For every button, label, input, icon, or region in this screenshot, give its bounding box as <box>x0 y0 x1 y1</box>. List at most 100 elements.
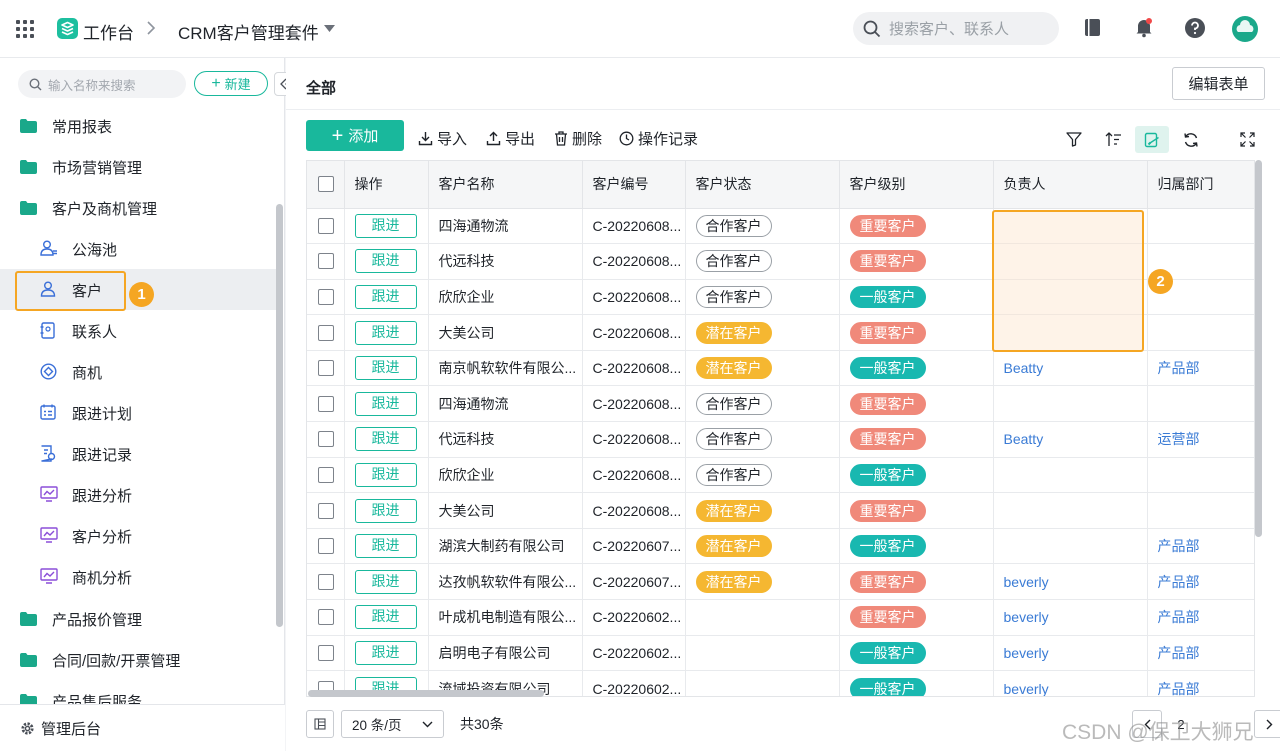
export-button[interactable]: 导出 <box>486 128 535 149</box>
sidebar-item-7[interactable]: 跟进计划 <box>0 392 276 433</box>
owner-cell[interactable]: beverly <box>993 670 1148 696</box>
row-checkbox[interactable] <box>318 609 334 626</box>
owner-cell[interactable]: beverly <box>993 599 1148 636</box>
filter-icon[interactable] <box>1057 126 1091 153</box>
sidebar-item-11[interactable]: 商机分析 <box>0 556 276 597</box>
row-checkbox[interactable] <box>318 324 334 341</box>
global-search-input[interactable]: 搜索客户、联系人 <box>853 12 1059 45</box>
column-header-code[interactable]: 客户编号 <box>582 161 686 209</box>
next-page-button[interactable] <box>1254 710 1280 738</box>
follow-up-button[interactable]: 跟进 <box>354 462 417 487</box>
refresh-icon[interactable] <box>1174 126 1208 153</box>
apps-grid-icon[interactable] <box>16 20 34 38</box>
owner-cell[interactable] <box>993 385 1148 423</box>
suite-breadcrumb[interactable]: CRM客户管理套件 <box>178 19 319 44</box>
owner-cell[interactable] <box>993 528 1148 565</box>
delete-button[interactable]: 删除 <box>554 128 602 149</box>
row-checkbox[interactable] <box>318 502 334 519</box>
row-checkbox[interactable] <box>318 288 334 305</box>
owner-cell[interactable] <box>993 457 1148 494</box>
department-cell[interactable]: 产品部 <box>1147 563 1254 601</box>
column-header-status[interactable]: 客户状态 <box>685 161 840 209</box>
operation-log-button[interactable]: 操作记录 <box>619 128 698 149</box>
workspace-link[interactable]: 工作台 <box>83 19 134 44</box>
follow-up-button[interactable]: 跟进 <box>354 569 417 594</box>
table-row[interactable]: 跟进 大美公司 C-20220608... 潜在客户 重要客户 <box>307 492 1254 529</box>
sidebar-item-12[interactable]: 产品报价管理 <box>0 598 276 639</box>
follow-up-button[interactable]: 跟进 <box>354 640 417 665</box>
bell-icon[interactable] <box>1135 18 1153 38</box>
add-button[interactable]: + 添加 <box>306 120 404 151</box>
owner-cell[interactable] <box>993 492 1148 529</box>
sidebar-item-6[interactable]: 商机 <box>0 351 276 392</box>
row-checkbox[interactable] <box>318 573 334 590</box>
sidebar-item-0[interactable]: 常用报表 <box>0 105 276 146</box>
owner-cell[interactable]: beverly <box>993 635 1148 672</box>
table-row[interactable]: 跟进 代远科技 C-20220608... 合作客户 重要客户 Beatty 运营部 <box>307 421 1254 458</box>
sidebar-item-10[interactable]: 客户分析 <box>0 515 276 556</box>
row-checkbox[interactable] <box>318 644 334 661</box>
sidebar-item-13[interactable]: 合同/回款/开票管理 <box>0 639 276 680</box>
column-header-level[interactable]: 客户级别 <box>839 161 994 209</box>
follow-up-button[interactable]: 跟进 <box>354 605 417 630</box>
sidebar-item-3[interactable]: 公海池 <box>0 228 276 269</box>
owner-cell[interactable]: Beatty <box>993 350 1148 387</box>
select-all-checkbox[interactable] <box>318 176 334 193</box>
sort-icon[interactable] <box>1096 126 1130 153</box>
department-cell[interactable] <box>1147 385 1254 423</box>
column-header-dept[interactable]: 归属部门 <box>1147 161 1254 209</box>
sidebar-item-9[interactable]: 跟进分析 <box>0 474 276 515</box>
row-checkbox[interactable] <box>318 538 334 555</box>
table-vertical-scrollbar[interactable] <box>1255 160 1262 537</box>
follow-up-button[interactable]: 跟进 <box>354 284 417 309</box>
column-header-action[interactable]: 操作 <box>344 161 429 209</box>
department-cell[interactable]: 产品部 <box>1147 635 1254 672</box>
follow-up-button[interactable]: 跟进 <box>354 534 417 559</box>
notebook-icon[interactable] <box>1084 18 1101 37</box>
sidebar-item-8[interactable]: 跟进记录 <box>0 433 276 474</box>
sidebar-item-1[interactable]: 市场营销管理 <box>0 146 276 187</box>
table-row[interactable]: 跟进 达孜帆软软件有限公... C-20220607... 潜在客户 重要客户 bever… <box>307 563 1254 601</box>
table-row[interactable]: 跟进 叶成机电制造有限公... C-20220602... 重要客户 beverly 产品… <box>307 599 1254 636</box>
table-horizontal-scrollbar[interactable] <box>308 690 544 697</box>
department-cell[interactable] <box>1147 314 1254 351</box>
follow-up-button[interactable]: 跟进 <box>354 391 417 416</box>
follow-up-button[interactable]: 跟进 <box>354 213 417 238</box>
row-checkbox[interactable] <box>318 466 334 483</box>
table-row[interactable]: 跟进 启明电子有限公司 C-20220602... 一般客户 beverly 产品部 <box>307 635 1254 672</box>
department-cell[interactable]: 产品部 <box>1147 599 1254 636</box>
department-cell[interactable] <box>1147 492 1254 529</box>
caret-down-icon[interactable] <box>324 25 335 32</box>
table-row[interactable]: 跟进 南京帆软软件有限公... C-20220608... 潜在客户 一般客户 Beatt… <box>307 350 1254 387</box>
admin-console-link[interactable]: 管理后台 <box>0 704 285 751</box>
table-row[interactable]: 跟进 欣欣企业 C-20220608... 合作客户 一般客户 <box>307 457 1254 494</box>
new-button[interactable]: + 新建 <box>194 71 268 96</box>
column-settings-icon[interactable] <box>306 710 334 738</box>
column-header-owner[interactable]: 负责人 <box>993 161 1148 209</box>
row-checkbox[interactable] <box>318 431 334 448</box>
follow-up-button[interactable]: 跟进 <box>354 320 417 345</box>
import-button[interactable]: 导入 <box>418 128 467 149</box>
row-checkbox[interactable] <box>318 360 334 377</box>
department-cell[interactable]: 产品部 <box>1147 528 1254 565</box>
row-height-icon[interactable] <box>1135 126 1169 153</box>
column-header-name[interactable]: 客户名称 <box>428 161 583 209</box>
sidebar-item-14[interactable]: 产品售后服务 <box>0 680 276 704</box>
table-row[interactable]: 跟进 湖滨大制药有限公司 C-20220607... 潜在客户 一般客户 产品部 <box>307 528 1254 565</box>
sidebar-item-5[interactable]: 联系人 <box>0 310 276 351</box>
help-icon[interactable] <box>1185 18 1205 38</box>
department-cell[interactable] <box>1147 208 1254 245</box>
follow-up-button[interactable]: 跟进 <box>354 249 417 274</box>
row-checkbox[interactable] <box>318 395 334 412</box>
row-checkbox[interactable] <box>318 217 334 234</box>
department-cell[interactable]: 产品部 <box>1147 670 1254 696</box>
edit-form-button[interactable]: 编辑表单 <box>1172 67 1265 100</box>
follow-up-button[interactable]: 跟进 <box>354 498 417 523</box>
table-row[interactable]: 跟进 四海通物流 C-20220608... 合作客户 重要客户 <box>307 385 1254 423</box>
user-avatar[interactable] <box>1232 16 1258 42</box>
department-cell[interactable]: 运营部 <box>1147 421 1254 458</box>
sidebar-item-2[interactable]: 客户及商机管理 <box>0 187 276 228</box>
sidebar-search-input[interactable]: 输入名称来搜索 <box>18 70 186 98</box>
owner-cell[interactable]: Beatty <box>993 421 1148 458</box>
fullscreen-icon[interactable] <box>1230 126 1264 153</box>
